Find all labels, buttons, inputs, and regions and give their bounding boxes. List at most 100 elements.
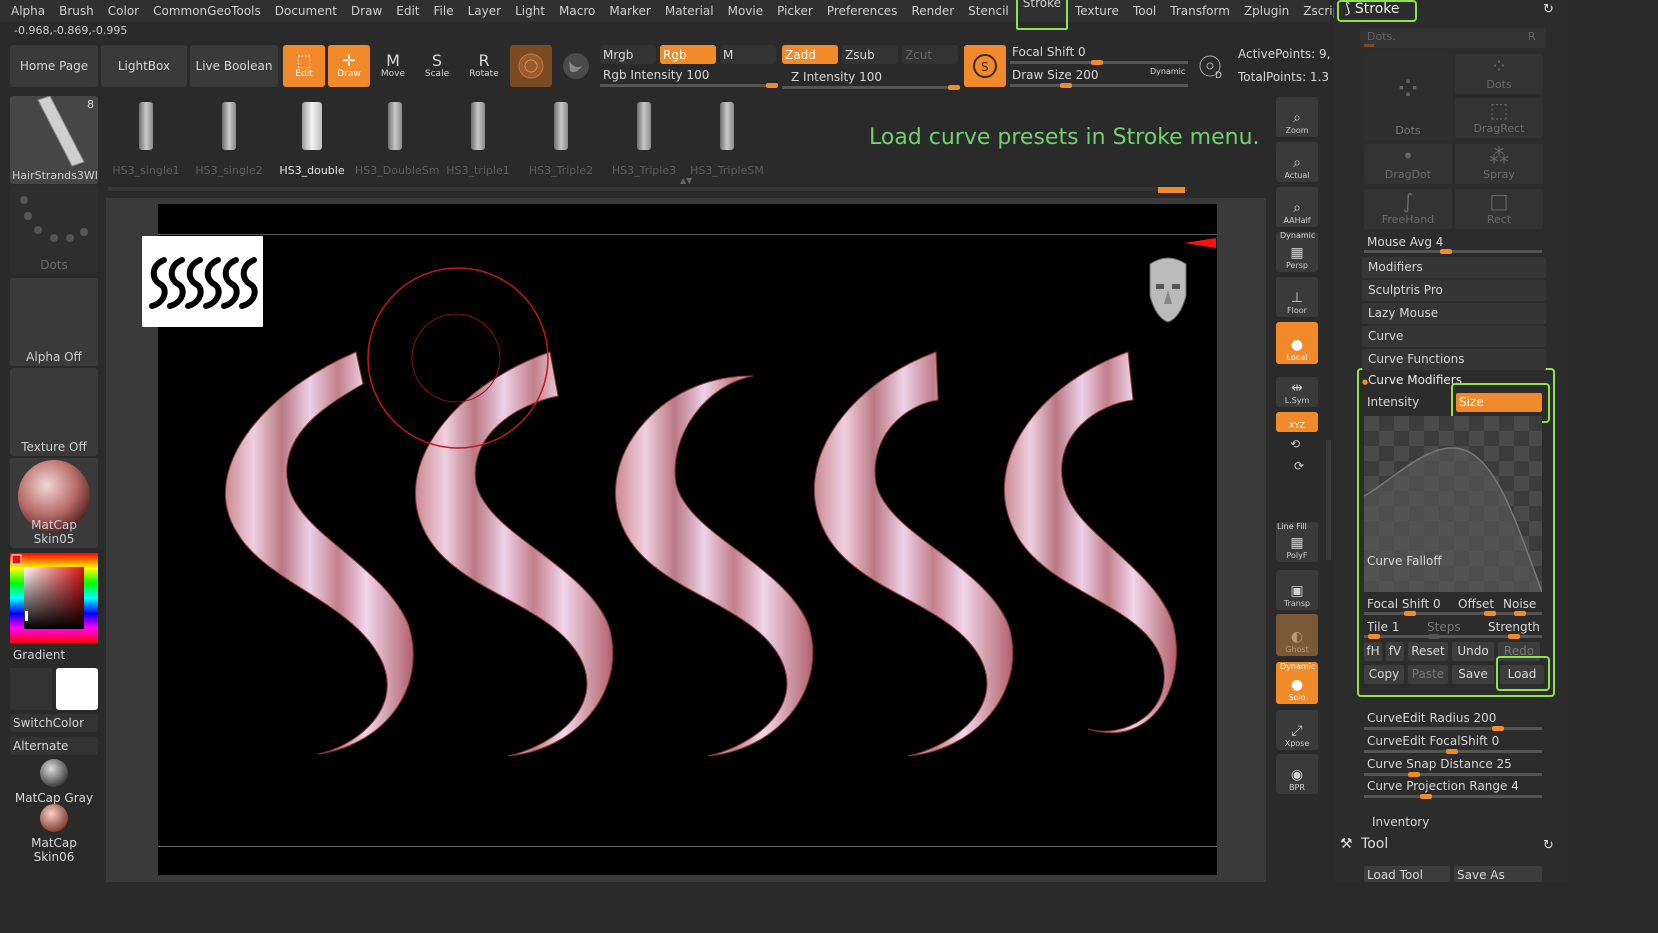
brush-item[interactable]: HS3_triple1 bbox=[438, 98, 518, 178]
steps-slider[interactable]: Steps bbox=[1427, 620, 1461, 634]
draw-button[interactable]: ✛ Draw bbox=[328, 45, 370, 87]
alpha-tile[interactable]: Alpha Off bbox=[10, 278, 98, 366]
current-brush-tile[interactable]: 8 HairStrands3WI bbox=[10, 95, 98, 184]
load-tool-button[interactable]: Load Tool bbox=[1364, 866, 1450, 882]
alternate-button[interactable]: Alternate bbox=[10, 737, 98, 755]
stroke-palette-refresh-icon[interactable]: ↻ bbox=[1543, 2, 1554, 17]
matcap-gray-item[interactable]: MatCap Gray bbox=[10, 758, 98, 805]
rotate-z-icon[interactable]: ⟳ bbox=[1294, 459, 1304, 473]
menu-picker[interactable]: Picker bbox=[770, 0, 820, 22]
material-tile[interactable]: MatCap Skin05 bbox=[10, 458, 98, 548]
curveedit-focal-track[interactable] bbox=[1364, 749, 1542, 754]
tile-track[interactable] bbox=[1364, 634, 1542, 639]
menu-edit[interactable]: Edit bbox=[389, 0, 426, 22]
rgb-intensity-slider[interactable]: Rgb Intensity 100 bbox=[603, 68, 709, 82]
rotate-button[interactable]: R Rotate bbox=[463, 45, 505, 87]
stroke-palette-title[interactable]: ⟆ Stroke bbox=[1345, 1, 1400, 17]
mouse-avg-track[interactable] bbox=[1364, 249, 1542, 254]
section-curve[interactable]: Curve bbox=[1362, 326, 1546, 347]
stroke-type-dragrect[interactable]: ⬚ DragRect bbox=[1455, 98, 1543, 138]
reset-button[interactable]: Reset bbox=[1408, 642, 1448, 661]
shelf-actual-button[interactable]: ⌕ Actual bbox=[1276, 142, 1318, 182]
shelf-floor-button[interactable]: ⊥ Floor bbox=[1276, 277, 1318, 317]
hair-strands-render[interactable] bbox=[158, 204, 1217, 875]
lightbox-button[interactable]: LightBox bbox=[101, 45, 187, 87]
brush-item[interactable]: HS3_Triple2 bbox=[521, 98, 601, 178]
sculpt-mode-button[interactable]: S bbox=[964, 45, 1006, 87]
section-curve-functions[interactable]: Curve Functions bbox=[1362, 349, 1546, 370]
brush-item[interactable]: HS3_DoubleSm bbox=[355, 98, 439, 178]
rgb-button[interactable]: Rgb bbox=[660, 45, 716, 64]
menu-material[interactable]: Material bbox=[658, 0, 721, 22]
mouse-avg-knob[interactable] bbox=[1440, 249, 1452, 254]
offset-knob[interactable] bbox=[1484, 611, 1496, 616]
menu-macro[interactable]: Macro bbox=[552, 0, 602, 22]
shelf-zoom-button[interactable]: ⌕ Zoom bbox=[1276, 97, 1318, 137]
texture-sphere-button[interactable] bbox=[556, 45, 596, 87]
curveedit-radius-knob[interactable] bbox=[1492, 726, 1504, 731]
switchcolor-button[interactable]: SwitchColor bbox=[10, 714, 98, 732]
zcut-button[interactable]: Zcut bbox=[902, 45, 958, 64]
stroke-type-dragdot[interactable]: • DragDot bbox=[1364, 144, 1452, 184]
menu-stencil[interactable]: Stencil bbox=[961, 0, 1016, 22]
strength-slider[interactable]: Strength bbox=[1488, 620, 1540, 634]
menu-commongeotools[interactable]: CommonGeoTools bbox=[146, 0, 268, 22]
gizmo-x-axis[interactable] bbox=[1184, 238, 1216, 248]
curve-projection-knob[interactable] bbox=[1420, 794, 1432, 799]
dots-slider[interactable]: Dots. R bbox=[1360, 28, 1546, 48]
tool-palette-title[interactable]: ⚒ Tool bbox=[1340, 836, 1388, 852]
shelf-transp-button[interactable]: ▣ Transp bbox=[1276, 570, 1318, 610]
document-canvas[interactable] bbox=[158, 204, 1217, 875]
menu-brush[interactable]: Brush bbox=[52, 0, 101, 22]
zsub-button[interactable]: Zsub bbox=[842, 45, 898, 64]
curve-snap-slider[interactable]: Curve Snap Distance 25 bbox=[1367, 757, 1512, 771]
shelf-ghost-button[interactable]: ◐ Ghost bbox=[1276, 614, 1318, 656]
texture-tile[interactable]: Texture Off bbox=[10, 368, 98, 456]
curve-focal-track[interactable] bbox=[1364, 611, 1542, 616]
canvas-scrollbar[interactable] bbox=[1326, 440, 1331, 560]
m-button[interactable]: M bbox=[720, 45, 776, 64]
menu-layer[interactable]: Layer bbox=[461, 0, 508, 22]
hair-strand-3[interactable] bbox=[615, 375, 814, 757]
home-page-button[interactable]: Home Page bbox=[10, 45, 98, 87]
flip-h-button[interactable]: fH bbox=[1364, 642, 1382, 661]
stroke-type-freehand[interactable]: ∫ FreeHand bbox=[1364, 189, 1452, 229]
dots-reset-button[interactable]: R bbox=[1528, 30, 1536, 43]
section-modifiers[interactable]: Modifiers bbox=[1362, 257, 1546, 278]
hair-strand-1[interactable] bbox=[225, 351, 414, 755]
gradient-label[interactable]: Gradient bbox=[13, 648, 65, 662]
strength-knob[interactable] bbox=[1508, 634, 1520, 639]
curve-snap-track[interactable] bbox=[1364, 772, 1542, 777]
z-intensity-knob[interactable] bbox=[948, 85, 960, 90]
menu-file[interactable]: File bbox=[427, 0, 461, 22]
menu-stroke[interactable]: Stroke bbox=[1015, 0, 1068, 30]
primary-color-swatch[interactable] bbox=[56, 668, 98, 710]
brush-strip-scrollbar[interactable] bbox=[108, 187, 1188, 191]
shelf-aahalf-button[interactable]: ⌕ AAHalf bbox=[1276, 187, 1318, 227]
dynamic-size-button[interactable]: D bbox=[1192, 45, 1232, 87]
menu-document[interactable]: Document bbox=[268, 0, 344, 22]
shelf-xpose-button[interactable]: ⤢ Xpose bbox=[1276, 710, 1318, 750]
color-picker-gradient[interactable] bbox=[10, 553, 98, 643]
brush-item[interactable]: HS3_double bbox=[272, 98, 352, 178]
secondary-color-swatch[interactable] bbox=[10, 668, 52, 710]
z-intensity-slider[interactable]: Z Intensity 100 bbox=[791, 70, 882, 84]
inventory-section[interactable]: Inventory bbox=[1372, 815, 1429, 829]
dots-slider-knob[interactable] bbox=[1364, 44, 1374, 47]
curveedit-radius-track[interactable] bbox=[1364, 726, 1542, 731]
brush-item[interactable]: HS3_Triple3 bbox=[604, 98, 684, 178]
stroke-type-spray[interactable]: ⁂ Spray bbox=[1455, 144, 1543, 184]
menu-texture[interactable]: Texture bbox=[1068, 0, 1126, 22]
material-sphere-button[interactable] bbox=[510, 45, 552, 87]
menu-zplugin[interactable]: Zplugin bbox=[1237, 0, 1296, 22]
focal-shift-knob[interactable] bbox=[1091, 60, 1103, 65]
scale-button[interactable]: S Scale bbox=[416, 45, 458, 87]
tool-palette-refresh-icon[interactable]: ↻ bbox=[1543, 838, 1554, 853]
noise-slider[interactable]: Noise bbox=[1503, 597, 1536, 611]
color-picker[interactable] bbox=[10, 553, 98, 643]
curve-focal-shift-slider[interactable]: Focal Shift 0 bbox=[1367, 597, 1441, 611]
curveedit-radius-slider[interactable]: CurveEdit Radius 200 bbox=[1367, 711, 1496, 725]
menu-render[interactable]: Render bbox=[904, 0, 961, 22]
curve-projection-track[interactable] bbox=[1364, 794, 1542, 799]
section-sculptris-pro[interactable]: Sculptris Pro bbox=[1362, 280, 1546, 301]
